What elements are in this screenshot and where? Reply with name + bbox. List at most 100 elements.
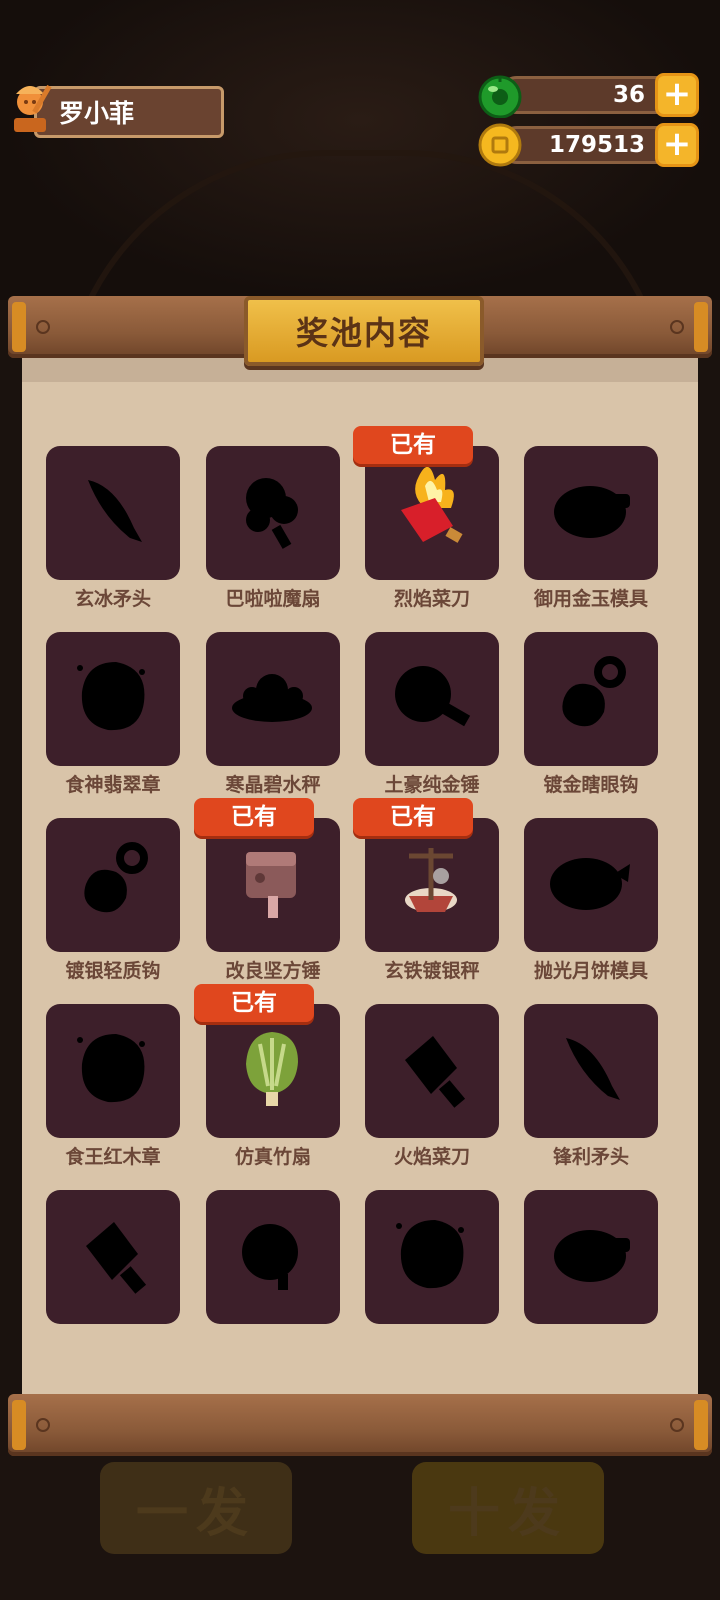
player-name-plate[interactable]: 罗小菲 (34, 86, 224, 138)
chef-trophy-icon (14, 84, 52, 132)
bamboo-fan-icon (246, 1032, 298, 1106)
item-tile (46, 1004, 180, 1138)
prize-pool-panel[interactable]: 玄冰矛头 巴啦啦魔扇 烈焰菜刀 已有 御用金玉模具 食神翡翠章 寒晶碧水秤 土豪纯金锤 镀金瞎眼… (22, 358, 698, 1396)
prize-item[interactable] (524, 1190, 658, 1360)
prize-item[interactable]: 抛光月饼模具 (524, 818, 658, 988)
item-tile (46, 632, 180, 766)
item-tile (46, 818, 180, 952)
square-hammer-icon (246, 852, 296, 918)
prize-item[interactable]: 仿真竹扇 已有 (194, 984, 340, 1174)
panel-title: 奖池内容 (295, 314, 432, 352)
rod-cap (12, 302, 26, 352)
hook-silhouette-icon (562, 656, 626, 727)
item-name: 仿真竹扇 (234, 1146, 311, 1168)
item-tile (524, 818, 658, 952)
prize-item[interactable]: 巴啦啦魔扇 (206, 446, 340, 616)
item-tile (206, 1190, 340, 1324)
prize-item[interactable] (46, 1190, 180, 1360)
item-name: 镀金瞎眼钩 (543, 774, 639, 796)
seal-silhouette-icon (77, 662, 145, 731)
item-name: 改良坚方锤 (225, 960, 321, 982)
panel-title-plaque: 奖池内容 (244, 296, 484, 366)
item-name: 镀银轻质钩 (65, 960, 161, 982)
single-draw-button: 一发 (100, 1462, 292, 1554)
prize-item[interactable]: 御用金玉模具 (524, 446, 658, 616)
rod-rivet (36, 320, 50, 334)
rod-rivet (670, 320, 684, 334)
rod-cap (694, 302, 708, 352)
prize-item[interactable] (365, 1190, 499, 1360)
item-tile (206, 446, 340, 580)
item-name: 土豪纯金锤 (384, 774, 480, 796)
gem-counter: 36 + (478, 73, 699, 118)
gem-value: 36 (612, 82, 645, 108)
item-tile (365, 446, 499, 580)
prize-item[interactable]: 土豪纯金锤 (365, 632, 499, 802)
player-name: 罗小菲 (59, 99, 135, 128)
mold-silhouette-icon (554, 1230, 630, 1282)
owned-badge: 已有 (353, 426, 473, 464)
hook-silhouette-icon (84, 842, 148, 913)
ten-draw-button: 十发 (412, 1462, 604, 1554)
item-name: 食神翡翠章 (65, 774, 161, 796)
prize-item[interactable]: 寒晶碧水秤 (206, 632, 340, 802)
hammer-silhouette-icon (395, 666, 471, 727)
item-tile (206, 1004, 340, 1138)
item-name: 巴啦啦魔扇 (225, 588, 321, 610)
item-name: 御用金玉模具 (533, 588, 648, 610)
item-name: 烈焰菜刀 (393, 588, 470, 610)
add-coins-button[interactable]: + (655, 123, 699, 167)
owned-badge: 已有 (194, 984, 314, 1022)
cleaver-silhouette-icon (86, 1222, 147, 1294)
item-name: 玄冰矛头 (74, 588, 151, 610)
scale-silhouette-icon (232, 674, 312, 722)
seal-silhouette-icon (77, 1034, 145, 1103)
flame-cleaver-icon (401, 466, 463, 543)
item-tile (365, 1190, 499, 1324)
prize-item[interactable]: 食神翡翠章 (46, 632, 180, 802)
item-tile (524, 1190, 658, 1324)
item-name: 抛光月饼模具 (533, 960, 648, 982)
mooncake-mold-silhouette-icon (550, 858, 630, 910)
add-gems-button[interactable]: + (655, 73, 699, 117)
spearhead-silhouette-icon (88, 480, 142, 542)
prize-item[interactable] (206, 1190, 340, 1360)
seal-silhouette-icon (396, 1220, 464, 1289)
owned-badge: 已有 (194, 798, 314, 836)
prize-item[interactable]: 玄铁镀银秤 已有 (353, 798, 499, 988)
item-tile (524, 632, 658, 766)
item-tile (206, 632, 340, 766)
prize-item[interactable]: 锋利矛头 (524, 1004, 658, 1174)
prize-item[interactable]: 镀金瞎眼钩 (524, 632, 658, 802)
spearhead-silhouette-icon (566, 1038, 620, 1100)
item-tile (206, 818, 340, 952)
coin-counter: 179513 + (478, 123, 699, 167)
item-name: 食王红木章 (65, 1146, 161, 1168)
prize-item[interactable]: 镀银轻质钩 (46, 818, 180, 988)
item-name: 火焰菜刀 (393, 1146, 470, 1168)
gold-coin-icon (478, 123, 522, 167)
prize-item[interactable]: 玄冰矛头 (46, 446, 180, 616)
item-name: 寒晶碧水秤 (225, 774, 321, 796)
rod-rivet (36, 1418, 50, 1432)
prize-item[interactable]: 食王红木章 (46, 1004, 180, 1174)
jade-gem-icon (478, 75, 522, 118)
item-tile (46, 1190, 180, 1324)
rod-rivet (670, 1418, 684, 1432)
prize-item[interactable]: 火焰菜刀 (365, 1004, 499, 1174)
cleaver-silhouette-icon (405, 1036, 466, 1108)
prize-item[interactable]: 烈焰菜刀 已有 (353, 426, 499, 616)
rod-cap (694, 1400, 708, 1450)
rod-cap (12, 1400, 26, 1450)
item-tile (524, 1004, 658, 1138)
item-tile (365, 1004, 499, 1138)
magic-fan-silhouette-icon (246, 478, 298, 549)
prize-item[interactable]: 改良坚方锤 已有 (194, 798, 340, 988)
item-tile (46, 446, 180, 580)
owned-badge: 已有 (353, 798, 473, 836)
item-name: 锋利矛头 (552, 1146, 629, 1168)
coin-value: 179513 (548, 132, 645, 158)
scroll-rod-bottom (8, 1394, 712, 1456)
iron-scale-icon (405, 848, 457, 912)
item-tile (524, 446, 658, 580)
